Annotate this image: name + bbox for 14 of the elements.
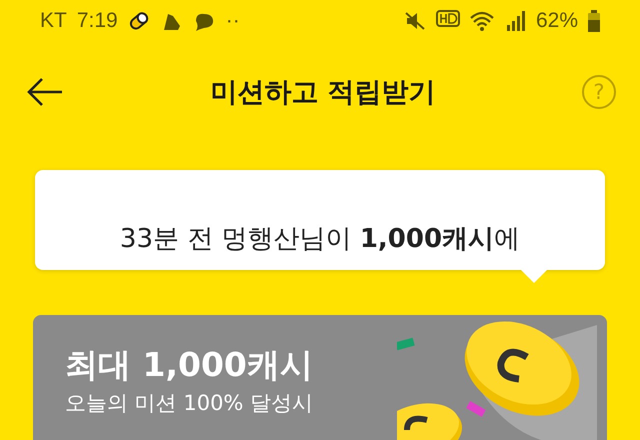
more-dots: ·· bbox=[226, 9, 240, 33]
wifi-icon bbox=[470, 10, 496, 32]
reward-subtitle: 오늘의 미션 100% 달성시 bbox=[65, 390, 314, 417]
page-title: 미션하고 적립받기 bbox=[209, 76, 437, 110]
reward-title: 최대 1,000캐시 bbox=[65, 345, 314, 385]
carrier-text: KT bbox=[40, 9, 67, 33]
battery-percent: 62% bbox=[536, 9, 578, 33]
battery-icon bbox=[588, 10, 600, 32]
clock-text: 7:19 bbox=[76, 9, 118, 33]
signal-icon bbox=[506, 11, 526, 31]
help-button[interactable]: ? bbox=[582, 75, 616, 109]
notice-text: 33분 전 멍행산님이 1,000캐시에 bbox=[120, 223, 520, 256]
mute-icon bbox=[404, 11, 426, 31]
back-arrow-icon[interactable] bbox=[26, 77, 64, 107]
